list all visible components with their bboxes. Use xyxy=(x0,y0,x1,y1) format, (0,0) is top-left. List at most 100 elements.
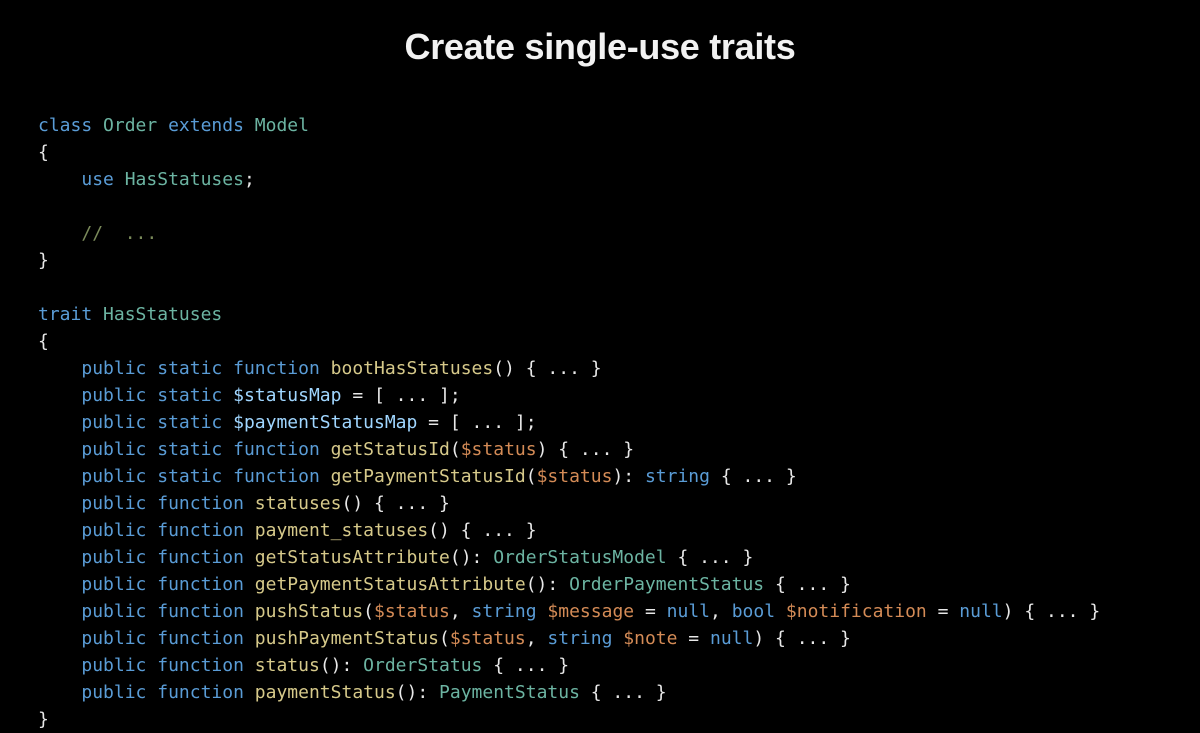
keyword-public: public xyxy=(81,412,146,433)
colon: (): xyxy=(396,682,439,703)
paren-open: ( xyxy=(526,466,537,487)
colon: (): xyxy=(320,655,363,676)
code-line: class Order extends Model xyxy=(38,115,309,136)
space xyxy=(612,628,623,649)
paren-open: ( xyxy=(450,439,461,460)
brace-open: { xyxy=(38,142,49,163)
keyword-function: function xyxy=(233,439,320,460)
keyword-function: function xyxy=(233,466,320,487)
param-var: $note xyxy=(623,628,677,649)
function-name: getPaymentStatusId xyxy=(331,466,526,487)
keyword-function: function xyxy=(157,547,244,568)
variable: $statusMap xyxy=(233,385,341,406)
paren-open: ( xyxy=(439,628,450,649)
parens: () xyxy=(493,358,515,379)
keyword-public: public xyxy=(81,628,146,649)
keyword-public: public xyxy=(81,466,146,487)
function-name: getPaymentStatusAttribute xyxy=(255,574,526,595)
keyword-public: public xyxy=(81,547,146,568)
paren-close: ) { ... } xyxy=(1003,601,1101,622)
keyword-extends: extends xyxy=(168,115,244,136)
param-var: $status xyxy=(450,628,526,649)
keyword-public: public xyxy=(81,493,146,514)
body: { ... } xyxy=(764,574,851,595)
brace-close: } xyxy=(38,709,49,730)
keyword-function: function xyxy=(157,520,244,541)
return-type: string xyxy=(645,466,710,487)
param-var: $notification xyxy=(786,601,927,622)
null-keyword: null xyxy=(667,601,710,622)
return-type: OrderStatus xyxy=(363,655,482,676)
body: () { ... } xyxy=(341,493,449,514)
comma: , xyxy=(710,601,732,622)
paren-close: ) { ... } xyxy=(753,628,851,649)
keyword-class: class xyxy=(38,115,92,136)
return-type: OrderPaymentStatus xyxy=(569,574,764,595)
param-var: $status xyxy=(461,439,537,460)
type-hint: string xyxy=(547,628,612,649)
function-name: status xyxy=(255,655,320,676)
keyword-public: public xyxy=(81,385,146,406)
keyword-function: function xyxy=(157,682,244,703)
trait-name: HasStatuses xyxy=(125,169,244,190)
type-hint: bool xyxy=(732,601,775,622)
type-hint: string xyxy=(472,601,537,622)
assign: = [ ... ]; xyxy=(341,385,460,406)
body: { ... } xyxy=(580,682,667,703)
paren-open: ( xyxy=(363,601,374,622)
keyword-function: function xyxy=(157,493,244,514)
keyword-static: static xyxy=(157,412,222,433)
function-name: statuses xyxy=(255,493,342,514)
equals: = xyxy=(927,601,960,622)
return-type: OrderStatusModel xyxy=(493,547,666,568)
equals: = xyxy=(677,628,710,649)
brace-close: } xyxy=(38,250,49,271)
keyword-public: public xyxy=(81,682,146,703)
keyword-function: function xyxy=(157,655,244,676)
keyword-public: public xyxy=(81,601,146,622)
space xyxy=(775,601,786,622)
body: () { ... } xyxy=(428,520,536,541)
function-name: payment_statuses xyxy=(255,520,428,541)
slide: Create single-use traits class Order ext… xyxy=(0,0,1200,733)
keyword-function: function xyxy=(233,358,320,379)
function-name: getStatusAttribute xyxy=(255,547,450,568)
brace-open: { xyxy=(38,331,49,352)
comma: , xyxy=(450,601,472,622)
body: { ... } xyxy=(482,655,569,676)
comment: // ... xyxy=(81,223,157,244)
variable: $paymentStatusMap xyxy=(233,412,417,433)
keyword-public: public xyxy=(81,439,146,460)
keyword-public: public xyxy=(81,520,146,541)
keyword-function: function xyxy=(157,601,244,622)
body: { ... } xyxy=(710,466,797,487)
function-name: bootHasStatuses xyxy=(331,358,494,379)
null-keyword: null xyxy=(959,601,1002,622)
keyword-use: use xyxy=(81,169,114,190)
trait-name: HasStatuses xyxy=(103,304,222,325)
slide-title: Create single-use traits xyxy=(0,26,1200,68)
function-name: pushStatus xyxy=(255,601,363,622)
function-name: getStatusId xyxy=(331,439,450,460)
keyword-function: function xyxy=(157,574,244,595)
function-name: pushPaymentStatus xyxy=(255,628,439,649)
class-name: Order xyxy=(103,115,157,136)
null-keyword: null xyxy=(710,628,753,649)
keyword-public: public xyxy=(81,358,146,379)
function-name: paymentStatus xyxy=(255,682,396,703)
body: { ... } xyxy=(515,358,602,379)
class-name: Model xyxy=(255,115,309,136)
keyword-static: static xyxy=(157,385,222,406)
semicolon: ; xyxy=(244,169,255,190)
keyword-static: static xyxy=(157,466,222,487)
keyword-public: public xyxy=(81,574,146,595)
keyword-function: function xyxy=(157,628,244,649)
space xyxy=(537,601,548,622)
keyword-static: static xyxy=(157,358,222,379)
keyword-static: static xyxy=(157,439,222,460)
assign: = [ ... ]; xyxy=(417,412,536,433)
code-block: class Order extends Model { use HasStatu… xyxy=(0,112,1200,733)
param-var: $status xyxy=(374,601,450,622)
param-var: $message xyxy=(547,601,634,622)
comma: , xyxy=(526,628,548,649)
